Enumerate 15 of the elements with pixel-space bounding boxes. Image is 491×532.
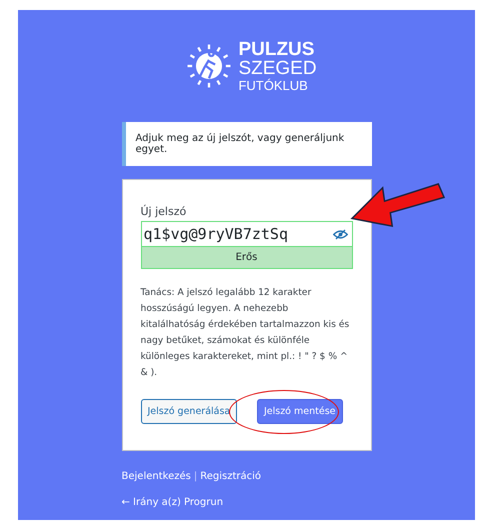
logo-text: FUTÓKLUB (238, 79, 308, 92)
generate-button[interactable]: Jelszó generálása (140, 399, 238, 424)
back-link[interactable]: ← Irány a(z) Progrun (122, 497, 372, 508)
login-link[interactable]: Bejelentkezés (122, 471, 191, 482)
logo-text: PULZUS (238, 40, 314, 59)
notice-message: Adjuk meg az új jelszót, vagy generáljunk egyet. (122, 122, 372, 166)
logo-text: SZEGED (238, 59, 317, 78)
hint-text: Tanács: A jelszó legalább 12 karakter hosszúságú legyen. A nehezebb kitalálhatóság érdekében tartalmazzon kis és nagy betűket, számokat és különféle különleges karaktereket, mint pl.: ! " ? $ % ^ & ). (140, 286, 350, 380)
runner-sun-icon (186, 43, 232, 89)
strength-indicator: Erős (140, 246, 352, 269)
save-button[interactable]: Jelszó mentése (256, 399, 342, 424)
separator: | (194, 471, 198, 482)
hide-password-icon[interactable] (332, 228, 348, 240)
field-label: Új jelszó (140, 205, 188, 218)
register-link[interactable]: Regisztráció (200, 471, 262, 482)
